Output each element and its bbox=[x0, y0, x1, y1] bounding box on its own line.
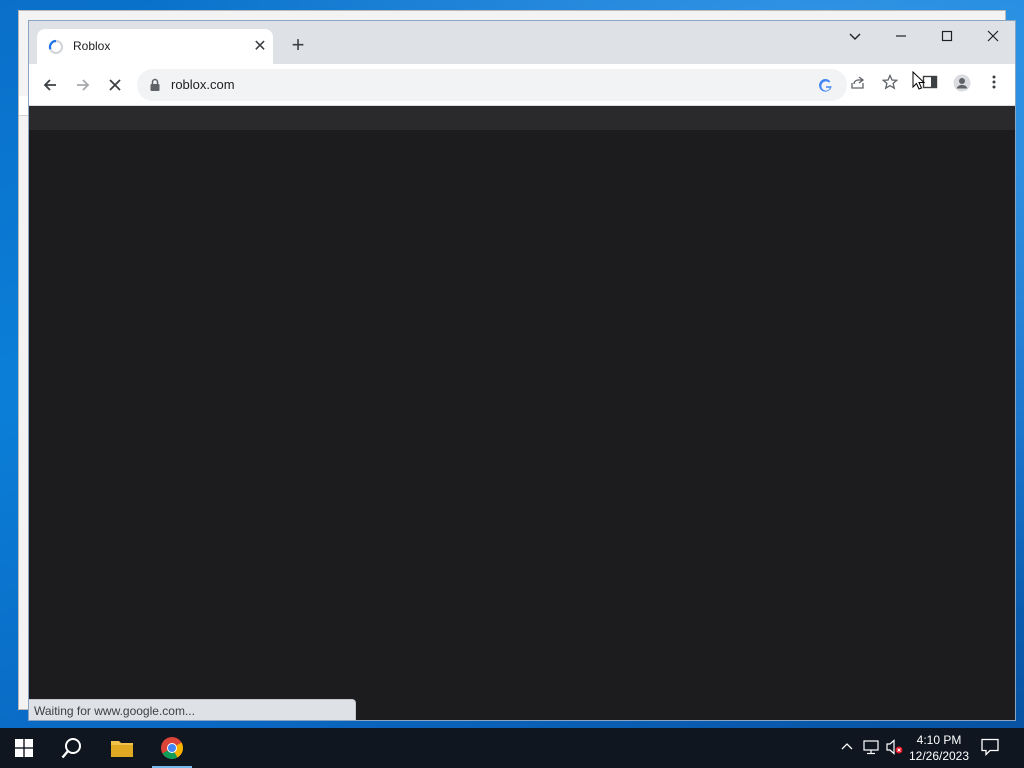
mouse-cursor-icon bbox=[912, 71, 926, 90]
more-menu-icon[interactable] bbox=[985, 74, 1003, 92]
system-clock[interactable]: 4:10 PM 12/26/2023 bbox=[900, 732, 978, 764]
tab-strip: Roblox ✕ + bbox=[29, 21, 1015, 64]
tab-title: Roblox bbox=[73, 39, 111, 53]
start-button[interactable] bbox=[0, 728, 48, 768]
address-bar[interactable]: roblox.com bbox=[137, 69, 847, 101]
lock-icon bbox=[150, 78, 160, 91]
taskbar-search-button[interactable] bbox=[48, 728, 96, 768]
page-content bbox=[29, 106, 1015, 720]
file-explorer-icon bbox=[111, 741, 133, 757]
forward-button[interactable] bbox=[71, 74, 95, 96]
profile-icon[interactable] bbox=[953, 74, 971, 92]
taskbar-file-explorer[interactable] bbox=[98, 728, 146, 768]
action-center-button[interactable] bbox=[980, 738, 1004, 758]
status-bubble: Waiting for www.google.com... bbox=[29, 699, 356, 720]
clock-time: 4:10 PM bbox=[916, 733, 962, 747]
show-hidden-icons-chevron-up-icon[interactable] bbox=[838, 739, 856, 757]
new-tab-button[interactable]: + bbox=[287, 34, 309, 57]
stop-loading-button[interactable] bbox=[103, 74, 127, 96]
clock-date: 12/26/2023 bbox=[908, 749, 970, 763]
chrome-window: Roblox ✕ + roblox.com Waiting for www.go… bbox=[28, 20, 1016, 721]
browser-toolbar: roblox.com bbox=[29, 64, 1015, 106]
notification-icon bbox=[981, 738, 999, 757]
status-text: Waiting for www.google.com... bbox=[34, 704, 195, 718]
windows-start-icon bbox=[15, 739, 33, 757]
bookmark-star-icon[interactable] bbox=[881, 73, 899, 92]
chrome-icon bbox=[161, 737, 183, 759]
taskbar: 4:10 PM 12/26/2023 bbox=[0, 728, 1024, 768]
network-icon[interactable] bbox=[862, 739, 880, 757]
minimize-button[interactable] bbox=[889, 27, 913, 47]
google-lens-icon[interactable] bbox=[817, 79, 835, 97]
tab-search-chevron-down-icon[interactable] bbox=[843, 27, 867, 47]
tab-roblox[interactable]: Roblox ✕ bbox=[37, 29, 273, 64]
page-header-bar bbox=[29, 106, 1015, 130]
share-icon[interactable] bbox=[849, 74, 867, 92]
taskbar-chrome[interactable] bbox=[148, 728, 196, 768]
maximize-button[interactable] bbox=[935, 27, 959, 47]
url-text: roblox.com bbox=[171, 77, 235, 92]
back-button[interactable] bbox=[38, 74, 62, 96]
tab-close-icon[interactable]: ✕ bbox=[251, 38, 269, 56]
window-close-button[interactable] bbox=[981, 27, 1005, 47]
loading-favicon-icon bbox=[48, 39, 64, 55]
search-icon bbox=[61, 738, 81, 759]
